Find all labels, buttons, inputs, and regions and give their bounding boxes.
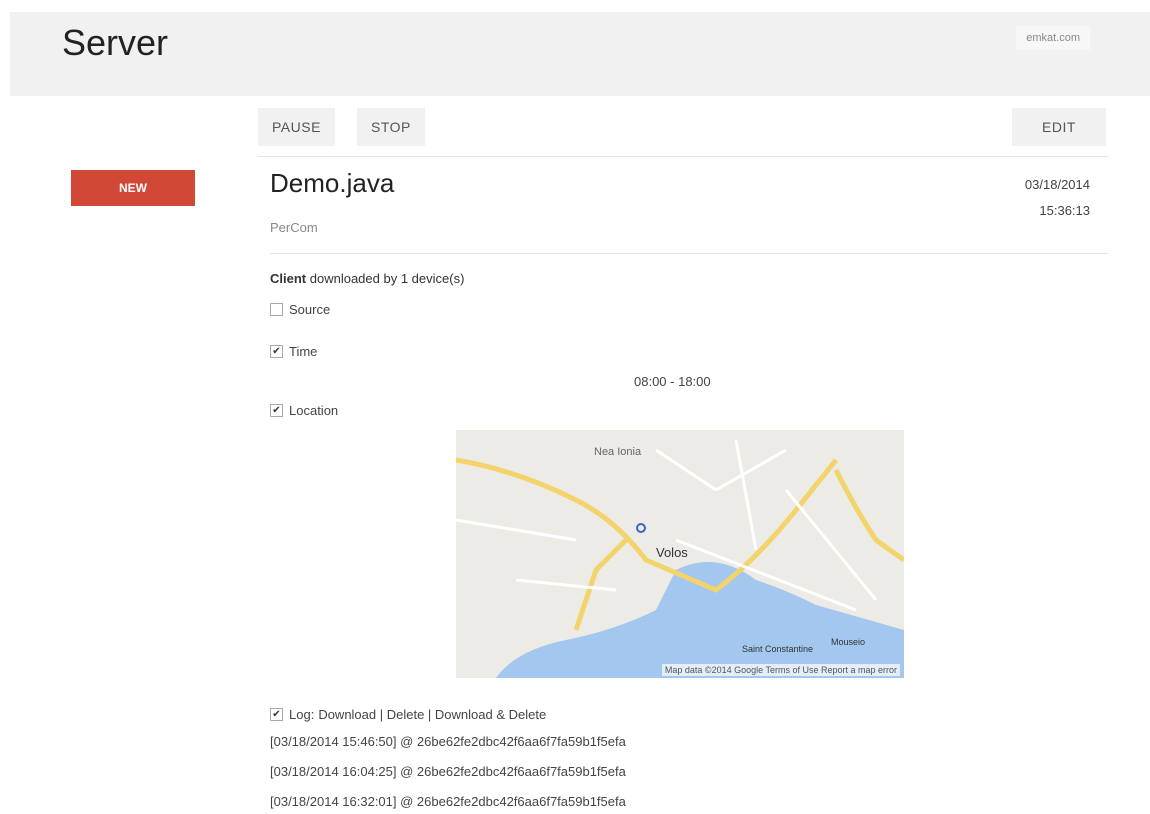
client-status: Client downloaded by 1 device(s) — [270, 271, 464, 286]
toolbar-divider — [258, 156, 1108, 157]
map-label-saint-constantine: Saint Constantine — [742, 644, 813, 654]
time-option[interactable]: ✔ Time — [270, 344, 317, 359]
map-attribution[interactable]: Map data ©2014 Google Terms of Use Repor… — [661, 664, 900, 676]
job-subtitle: PerCom — [270, 220, 318, 235]
map-canvas: Nea Ionia Volos Saint Constantine Mousei… — [456, 430, 904, 678]
source-label: Source — [289, 302, 331, 317]
pause-button[interactable]: PAUSE — [258, 108, 335, 146]
title-divider — [270, 253, 1108, 254]
log-checkbox[interactable]: ✔ — [270, 708, 283, 721]
location-checkbox[interactable]: ✔ — [270, 404, 283, 417]
page-title: Demo.java — [270, 168, 395, 198]
map-label-mouseio: Mouseio — [831, 637, 865, 647]
job-time: 15:36:13 — [1039, 203, 1090, 218]
edit-button[interactable]: EDIT — [1012, 108, 1106, 146]
client-label: Client — [270, 271, 307, 286]
source-option[interactable]: Source — [270, 302, 330, 317]
map-label-nea-ionia: Nea Ionia — [594, 446, 642, 458]
stop-button[interactable]: STOP — [357, 108, 425, 146]
log-entry: [03/18/2014 16:32:01] @ 26be62fe2dbc42f6… — [270, 794, 626, 809]
user-account-button[interactable]: emkat.com — [1016, 26, 1090, 50]
log-entry: [03/18/2014 15:46:50] @ 26be62fe2dbc42f6… — [270, 734, 626, 749]
time-range: 08:00 - 18:00 — [634, 374, 711, 389]
time-label: Time — [289, 344, 318, 359]
log-actions[interactable]: Download | Delete | Download & Delete — [318, 707, 546, 722]
location-option[interactable]: ✔ Location — [270, 403, 338, 418]
job-date: 03/18/2014 — [1024, 177, 1090, 192]
job-timestamp: 03/18/2014 15:36:13 — [1025, 172, 1090, 224]
client-text: downloaded by 1 device(s) — [309, 271, 465, 286]
status-badge: NEW — [71, 170, 195, 206]
log-entry: [03/18/2014 16:04:25] @ 26be62fe2dbc42f6… — [270, 764, 626, 779]
app-header — [10, 12, 1150, 96]
log-label: Log: — [289, 707, 315, 722]
app-title: Server — [62, 22, 169, 63]
map-label-volos: Volos — [656, 545, 688, 560]
location-map[interactable]: Nea Ionia Volos Saint Constantine Mousei… — [456, 430, 904, 678]
time-checkbox[interactable]: ✔ — [270, 345, 283, 358]
source-checkbox[interactable] — [270, 303, 283, 316]
log-option[interactable]: ✔ Log: Download | Delete | Download & De… — [270, 707, 546, 722]
location-label: Location — [289, 403, 339, 418]
